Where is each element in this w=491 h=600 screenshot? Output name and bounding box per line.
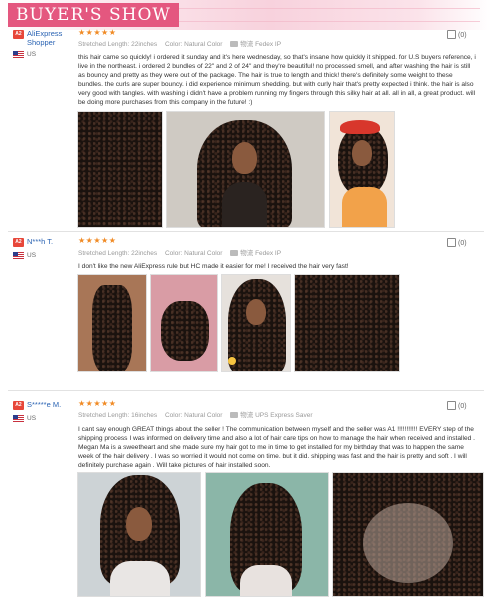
us-flag-icon: [13, 415, 24, 422]
review-text: I cant say enough GREAT things about the…: [78, 426, 475, 469]
thumbs-up-icon: [447, 401, 456, 410]
length-label: Stretched Length:: [78, 412, 130, 419]
color-value: Natural Color: [184, 412, 223, 419]
star-rating: ★★★★★: [78, 399, 117, 408]
length-value: 16inches: [131, 412, 158, 419]
review-photo-wig-cap[interactable]: [332, 472, 484, 597]
helpful-count: (0): [458, 403, 467, 410]
helpful-button[interactable]: (0): [447, 401, 467, 412]
shipping-truck-icon: [230, 412, 239, 418]
shipping-label: 物流: [240, 412, 254, 419]
reviewer-name[interactable]: S*****e M.: [27, 400, 61, 409]
level-badge: A2: [13, 401, 24, 410]
review-photo-model-back[interactable]: [205, 472, 329, 597]
reviewer-country: US: [27, 415, 37, 422]
color-label: Color:: [164, 412, 183, 419]
review-3: A2 S*****e M. US ★★★★★ Stretched Length:…: [0, 0, 491, 600]
purchase-details: Stretched Length: 16inches Color: Natura…: [78, 411, 319, 420]
shipping-value: UPS Express Saver: [255, 412, 313, 419]
review-photo-model-portrait[interactable]: [77, 472, 201, 597]
